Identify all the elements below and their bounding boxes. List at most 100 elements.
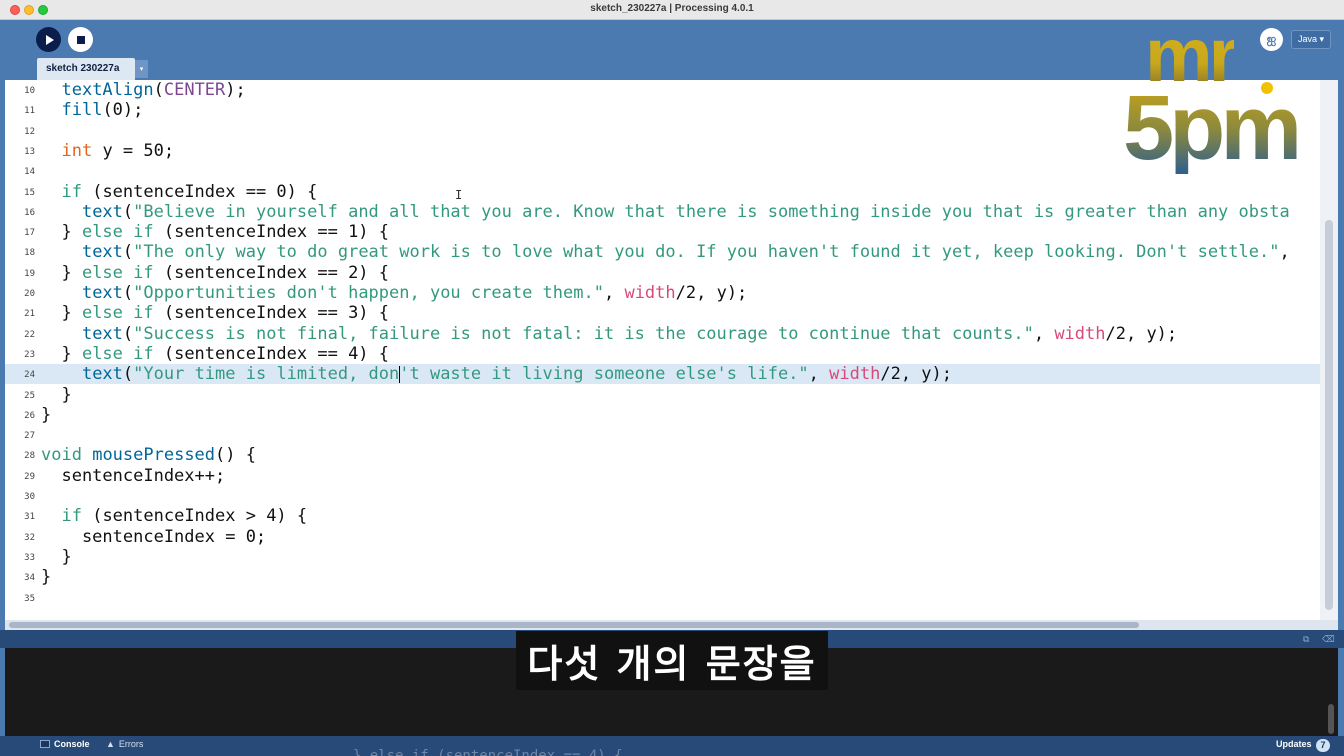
code-text: } [41, 384, 72, 405]
line-number: 14 [24, 167, 35, 178]
code-line[interactable]: 21 } else if (sentenceIndex == 3) { [5, 303, 1320, 323]
footer-bar [0, 736, 1344, 756]
code-text: text("The only way to do great work is t… [81, 242, 1290, 263]
code-text: if (sentenceIndex > 4) { [61, 506, 308, 527]
errors-tab-label: Errors [118, 739, 144, 749]
console-tab[interactable]: Console [40, 739, 90, 749]
editor-vertical-scrollbar[interactable] [1320, 80, 1338, 620]
code-text: } else if (sentenceIndex == 2) { [41, 262, 390, 283]
line-number: 11 [24, 106, 35, 117]
code-line[interactable]: 25 } [5, 385, 1320, 405]
code-line[interactable]: 16 text("Believe in yourself and all tha… [5, 202, 1320, 222]
code-line[interactable]: 26} [5, 405, 1320, 425]
line-number: 16 [24, 207, 35, 218]
text-caret [399, 366, 400, 384]
code-line[interactable]: 34} [5, 567, 1320, 587]
code-text: } [41, 404, 52, 425]
line-number: 10 [24, 86, 35, 96]
code-line[interactable]: 32 sentenceIndex = 0; [5, 527, 1320, 547]
code-line[interactable]: 31 if (sentenceIndex > 4) { [5, 506, 1320, 526]
code-text: } else if (sentenceIndex == 3) { [41, 303, 390, 324]
code-text: } [41, 567, 52, 588]
stop-icon [76, 35, 85, 44]
code-line[interactable]: 17 } else if (sentenceIndex == 1) { [5, 222, 1320, 242]
play-icon [45, 34, 54, 45]
tab-sketch[interactable]: sketch 230227a [37, 58, 135, 80]
console-tab-label: Console [54, 739, 90, 749]
scroll-thumb[interactable] [9, 622, 1139, 628]
editor-horizontal-scrollbar[interactable] [5, 620, 1338, 630]
updates-label[interactable]: Updates [1276, 739, 1312, 749]
code-line[interactable]: 23 } else if (sentenceIndex == 4) { [5, 344, 1320, 364]
line-number: 23 [24, 349, 35, 360]
video-subtitle: 다섯 개의 문장을 [516, 631, 828, 690]
line-number: 12 [24, 126, 35, 137]
code-line[interactable]: 18 text("The only way to do great work i… [5, 242, 1320, 262]
code-line[interactable]: 33 } [5, 547, 1320, 567]
line-number: 17 [24, 228, 35, 239]
window-title: sketch_230227a | Processing 4.0.1 [590, 3, 754, 14]
stop-button[interactable] [68, 27, 93, 52]
code-text: sentenceIndex++; [41, 465, 226, 486]
code-text: sentenceIndex = 0; [41, 526, 267, 547]
code-text: text("Believe in yourself and all that y… [81, 201, 1290, 222]
code-line[interactable]: 27 [5, 425, 1320, 445]
title-bar: sketch_230227a | Processing 4.0.1 [0, 0, 1344, 20]
console-icon [40, 740, 50, 748]
chevron-down-icon: ▾ [139, 66, 144, 73]
code-text: textAlign(CENTER); [61, 80, 246, 100]
tab-menu-button[interactable]: ▾ [135, 60, 148, 78]
code-line[interactable]: 35 [5, 588, 1320, 608]
copy-icon[interactable]: ⧉ [1303, 634, 1313, 644]
line-number: 22 [24, 329, 35, 340]
code-line[interactable]: 19 } else if (sentenceIndex == 2) { [5, 263, 1320, 283]
clear-console-icon[interactable]: ⌫ [1322, 634, 1335, 644]
console-scrollbar[interactable] [1328, 704, 1334, 734]
line-number: 19 [24, 268, 35, 279]
code-text: text("Success is not final, failure is n… [81, 323, 1178, 344]
code-line[interactable]: 30 [5, 486, 1320, 506]
code-text: void mousePressed() { [41, 445, 256, 466]
logo-text-5pm: 5pm [1123, 77, 1302, 179]
line-number: 27 [24, 431, 35, 442]
line-number: 24 [24, 370, 35, 381]
line-number: 30 [24, 492, 35, 502]
line-number: 31 [24, 512, 35, 523]
updates-count-badge[interactable]: 7 [1316, 739, 1330, 752]
line-number: 26 [24, 410, 35, 421]
warning-icon: ▲ [106, 739, 115, 749]
code-line[interactable]: 24 text("Your time is limited, don't was… [5, 364, 1320, 385]
footer-ghost-code: } else if (sentenceIndex == 4) { [336, 749, 623, 756]
line-number: 20 [24, 289, 35, 299]
scroll-thumb[interactable] [1325, 220, 1333, 610]
mouse-ibeam-icon: I [455, 188, 463, 202]
line-number: 28 [24, 451, 35, 462]
line-number: 29 [24, 471, 35, 482]
line-number: 32 [24, 532, 35, 543]
code-text: text("Opportunities don't happen, you cr… [81, 283, 748, 303]
code-text: int y = 50; [61, 140, 175, 161]
processing-window: sketch_230227a | Processing 4.0.1 ஐ Java… [0, 0, 1344, 756]
line-number: 33 [24, 552, 35, 563]
line-number: 25 [24, 390, 35, 401]
mr5pm-logo: mr 5pm [1120, 18, 1310, 184]
code-text: text("Your time is limited, don't waste … [81, 364, 952, 385]
line-number: 18 [24, 248, 35, 259]
line-number: 15 [24, 187, 35, 198]
code-text: } else if (sentenceIndex == 1) { [41, 222, 390, 243]
code-line[interactable]: 20 text("Opportunities don't happen, you… [5, 283, 1320, 303]
errors-tab[interactable]: ▲ Errors [106, 739, 143, 749]
line-number: 21 [24, 309, 35, 320]
code-line[interactable]: 15 if (sentenceIndex == 0) { [5, 182, 1320, 202]
code-text: if (sentenceIndex == 0) { [61, 181, 318, 202]
code-text: } [41, 546, 72, 567]
code-line[interactable]: 28 void mousePressed() { [5, 445, 1320, 465]
line-number: 35 [24, 593, 35, 604]
code-text: } else if (sentenceIndex == 4) { [41, 343, 390, 364]
code-text: fill(0); [61, 100, 144, 121]
code-line[interactable]: 29 sentenceIndex++; [5, 466, 1320, 486]
line-number: 13 [24, 146, 35, 157]
run-button[interactable] [36, 27, 61, 52]
line-number: 34 [24, 573, 35, 584]
code-line[interactable]: 22 text("Success is not final, failure i… [5, 324, 1320, 344]
